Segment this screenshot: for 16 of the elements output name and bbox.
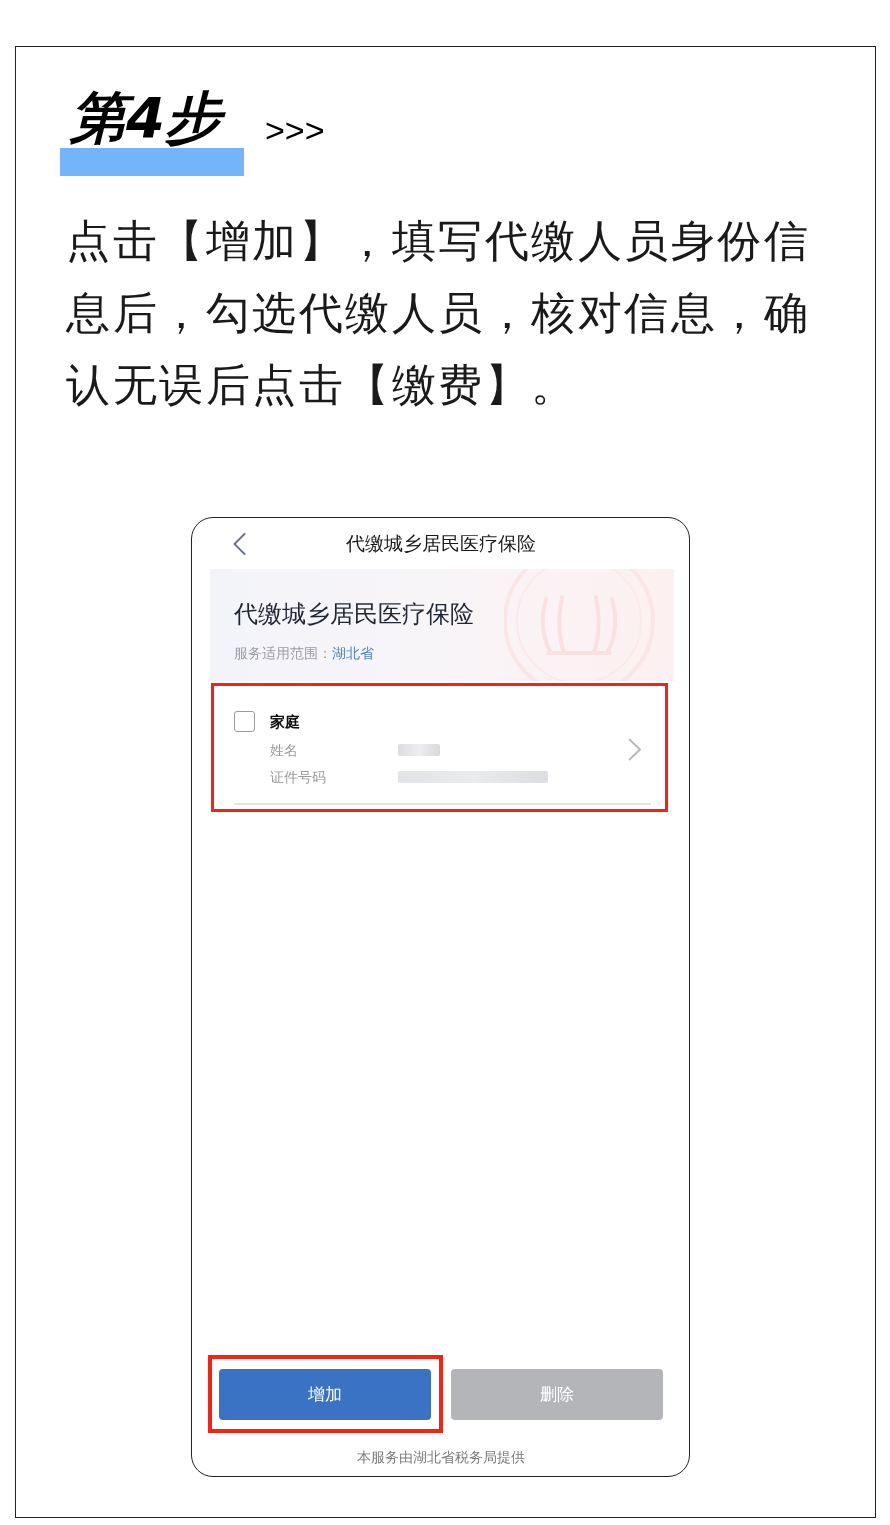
banner-title: 代缴城乡居民医疗保险	[234, 599, 474, 629]
checkbox[interactable]	[234, 711, 255, 732]
highlighted-member-card[interactable]: 家庭 姓名 证件号码	[211, 683, 668, 812]
provider-note: 本服务由湖北省税务局提供	[356, 1449, 525, 1467]
scope-label: 服务适用范围：	[234, 644, 332, 663]
back-icon[interactable]	[233, 532, 246, 555]
field-label: 姓名	[270, 740, 299, 760]
chevron-right-icon[interactable]	[628, 737, 642, 761]
scope-value: 湖北省	[332, 644, 374, 663]
step-arrows: >>>	[265, 113, 325, 147]
nav-title: 代缴城乡居民医疗保险	[345, 531, 536, 556]
member-group-label: 家庭	[270, 712, 300, 732]
field-label: 证件号码	[270, 767, 327, 787]
action-button[interactable]: 增加	[219, 1369, 431, 1420]
step-title: 第4步	[70, 90, 244, 146]
instruction-text: 点击【增加】，填写代缴人员身份信息后，勾选代缴人员，核对信息，确认无误后点击【缴费】。	[66, 215, 811, 411]
